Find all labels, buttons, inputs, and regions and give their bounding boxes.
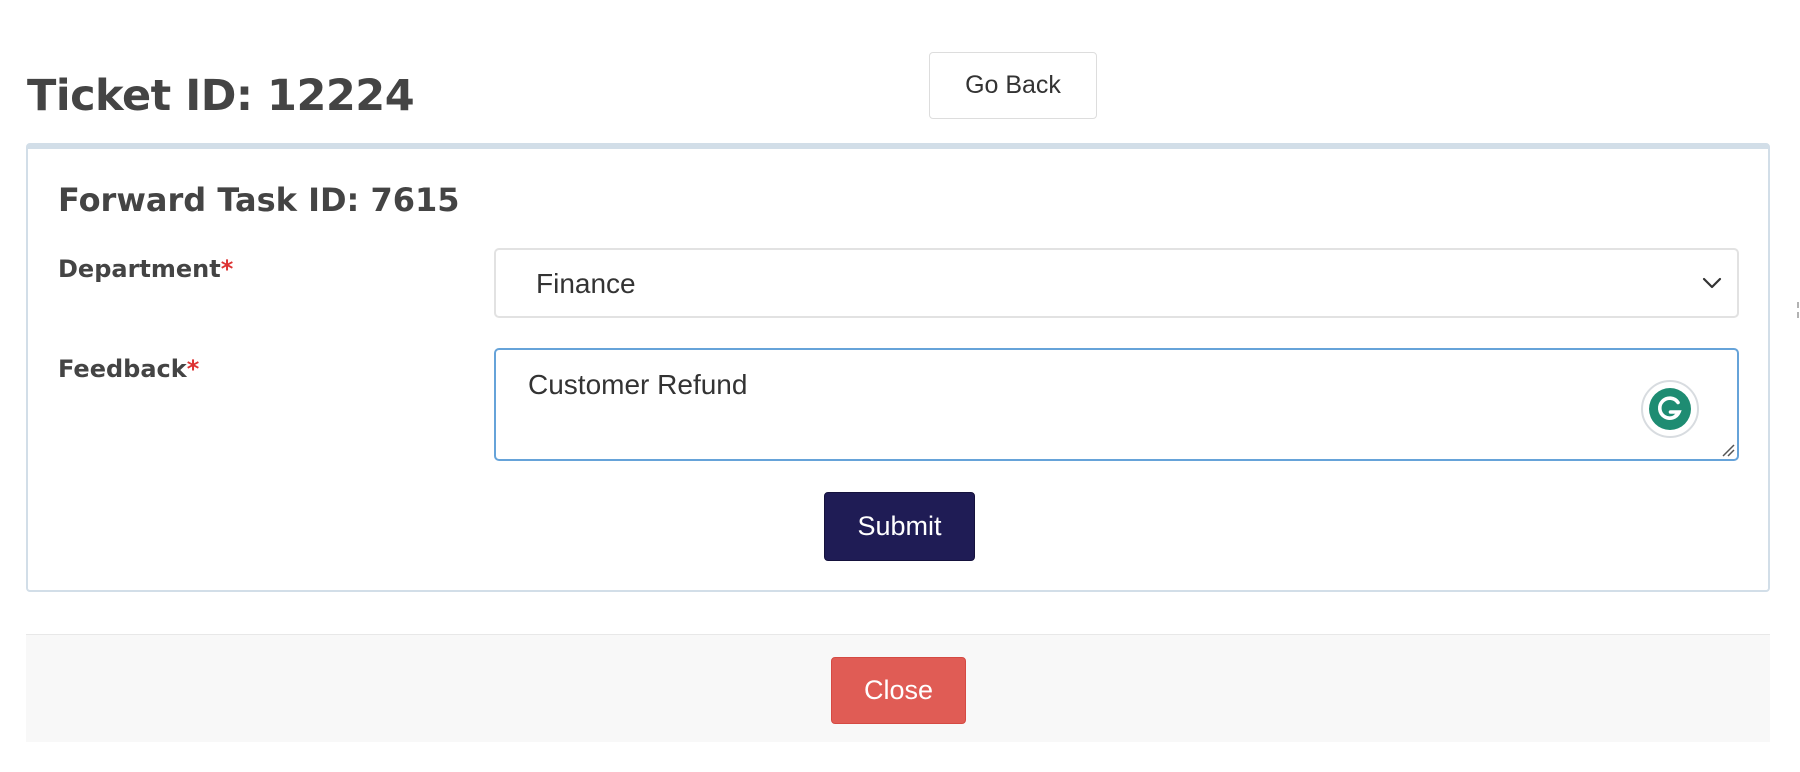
page-title: Ticket ID: 12224 xyxy=(27,71,415,121)
grammarly-icon[interactable] xyxy=(1641,380,1699,438)
scrollbar-edge[interactable] xyxy=(1796,300,1800,324)
feedback-label-text: Feedback xyxy=(58,355,187,383)
feedback-textarea[interactable]: Customer Refund xyxy=(494,348,1739,461)
required-asterisk: * xyxy=(220,255,234,283)
required-asterisk: * xyxy=(186,355,200,383)
chevron-down-icon xyxy=(1702,277,1722,289)
modal-footer: Close xyxy=(26,634,1770,742)
go-back-button[interactable]: Go Back xyxy=(929,52,1097,119)
close-button[interactable]: Close xyxy=(831,657,966,724)
department-selected-value: Finance xyxy=(536,268,636,299)
forward-task-panel: Forward Task ID: 7615 Department* Financ… xyxy=(26,143,1770,592)
feedback-label: Feedback* xyxy=(58,353,199,385)
feedback-text: Customer Refund xyxy=(528,369,748,400)
resize-handle-icon[interactable] xyxy=(1719,441,1735,457)
panel-title: Forward Task ID: 7615 xyxy=(58,181,460,219)
submit-button[interactable]: Submit xyxy=(824,492,975,561)
forward-task-modal: Ticket ID: 12224 Go Back Forward Task ID… xyxy=(0,0,1800,772)
department-label-text: Department xyxy=(58,255,221,283)
department-label: Department* xyxy=(58,253,233,285)
department-select[interactable]: Finance xyxy=(494,248,1739,318)
